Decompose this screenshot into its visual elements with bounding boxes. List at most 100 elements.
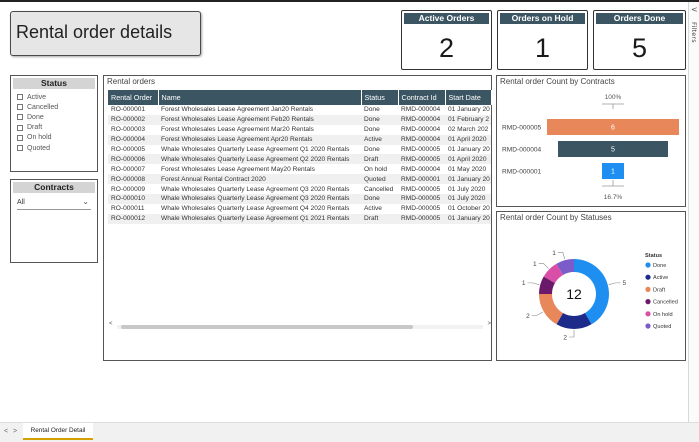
funnel-chart[interactable]: 100% 6 RMD-000005 5 RMD-000004 1 RMD-000001 16.…	[497, 88, 685, 206]
scroll-right-icon[interactable]: >	[487, 321, 491, 327]
table-row[interactable]: RO-000010 Whale Wholesales Quarterly Leas…	[108, 194, 491, 204]
table-cell: RO-000005	[111, 146, 146, 153]
table-row[interactable]: RO-000007 Forest Wholesales Lease Agreeme…	[108, 164, 491, 174]
kpi-orders-on-hold[interactable]: Orders on Hold 1	[497, 10, 588, 70]
status-option[interactable]: Done	[11, 112, 97, 122]
legend-item[interactable]: Cancelled	[653, 300, 678, 306]
status-option[interactable]: Active	[11, 92, 97, 102]
legend-item[interactable]: Done	[653, 263, 666, 269]
column-header[interactable]: Contract Id	[398, 90, 446, 105]
kpi-label: Orders Done	[596, 13, 683, 24]
checkbox[interactable]	[17, 124, 23, 131]
scroll-left-icon[interactable]: <	[109, 321, 113, 327]
table-row[interactable]: RO-000011 Whale Wholesales Quarterly Leas…	[108, 204, 491, 214]
table-row[interactable]: RO-000002 Forest Wholesales Lease Agreeme…	[108, 114, 491, 125]
table-cell: Forest Wholesales Lease Agreement Apr20 …	[158, 134, 361, 145]
table-cell: Done	[361, 114, 398, 125]
table-cell: Cancelled	[364, 185, 394, 193]
table-row[interactable]: RO-000001 Forest Wholesales Lease Agreeme…	[108, 105, 491, 115]
table-row[interactable]: RO-000005 Whale Wholesales Quarterly Leas…	[108, 145, 491, 155]
tab-rental-order-detail[interactable]: Rental Order Detail	[23, 423, 93, 440]
table-row[interactable]: RO-000008 Forest Annual Rental Contract 2…	[108, 174, 491, 185]
funnel-top-pct: 100%	[605, 94, 622, 101]
table-cell: RO-000009	[111, 185, 146, 193]
legend-marker	[645, 262, 651, 268]
table-cell: RMD-000004	[398, 114, 445, 125]
table-cell: 01 February 2	[445, 114, 491, 125]
chevron-down-icon[interactable]: ⌄	[82, 195, 89, 209]
status-option[interactable]: On hold	[11, 133, 97, 143]
legend-marker	[645, 311, 651, 317]
table-cell: Whale Wholesales Quarterly Lease Agreeme…	[158, 154, 361, 165]
table-header-row: Rental Order Name Status Contract Id Start D…	[108, 90, 492, 105]
collapse-filters-icon[interactable]: <	[691, 5, 698, 14]
donut-data-label: 1	[522, 280, 526, 287]
donut-leader-line	[538, 263, 549, 269]
funnel-value-label: 5	[611, 147, 615, 154]
next-page-icon[interactable]: >	[13, 428, 17, 435]
table-cell: Active	[361, 134, 398, 145]
kpi-active-orders[interactable]: Active Orders 2	[401, 10, 492, 70]
filters-label[interactable]: Filters	[690, 22, 698, 43]
page-tabs-bar: < > Rental Order Detail	[0, 422, 699, 442]
table-cell: Done	[364, 126, 380, 134]
status-option-label: Active	[27, 93, 47, 101]
table-cell: Forest Wholesales Lease Agreement Jan20 …	[161, 106, 314, 114]
legend-item[interactable]: Active	[653, 275, 668, 281]
table-row[interactable]: RO-000006 Whale Wholesales Quarterly Leas…	[108, 154, 491, 165]
contracts-slicer: Contracts All ⌄	[10, 179, 98, 263]
table-cell: RMD-000004	[401, 165, 441, 173]
table-cell: Whale Wholesales Quarterly Lease Agreeme…	[161, 205, 350, 213]
filters-pane[interactable]: < Filters	[688, 2, 699, 422]
table-cell: 02 March 202	[448, 126, 489, 134]
status-option[interactable]: Quoted	[11, 143, 97, 153]
table-cell: RMD-000005	[398, 213, 445, 224]
table-cell: RO-000001	[111, 106, 146, 114]
donut-leader-line	[531, 311, 543, 316]
status-option-label: Done	[27, 113, 44, 121]
legend-item[interactable]: Quoted	[653, 324, 671, 330]
table-cell: RO-000004	[108, 134, 158, 145]
kpi-orders-done[interactable]: Orders Done 5	[593, 10, 686, 70]
donut-chart-title: Rental order Count by Statuses	[500, 213, 612, 222]
legend-marker	[645, 299, 651, 305]
table-cell: Done	[361, 194, 398, 204]
column-header[interactable]: Status	[361, 90, 399, 105]
table-cell: RMD-000005	[401, 185, 441, 193]
table-cell: Active	[364, 205, 382, 213]
donut-legend: Status Done Active Draft Cancelled On hold Quo…	[645, 253, 678, 330]
checkbox[interactable]	[17, 104, 23, 111]
column-header[interactable]: Name	[158, 90, 362, 105]
legend-item[interactable]: Draft	[653, 287, 666, 293]
rental-orders-table[interactable]: Rental Order Name Status Contract Id Start D…	[108, 90, 492, 224]
checkbox[interactable]	[17, 145, 23, 152]
prev-page-icon[interactable]: <	[4, 428, 8, 435]
funnel-category-label: RMD-000005	[502, 125, 542, 132]
donut-chart[interactable]: 5 2 2 1 1 1 12 Status Done Active Draft Cancelled On…	[497, 224, 685, 360]
table-row[interactable]: RO-000012 Whale Wholesales Quarterly Leas…	[108, 213, 491, 224]
table-cell: RO-000006	[108, 154, 158, 165]
status-option[interactable]: Draft	[11, 123, 97, 133]
legend-item[interactable]: On hold	[653, 312, 673, 318]
horizontal-scrollbar[interactable]: < >	[109, 321, 491, 330]
contracts-dropdown[interactable]: All ⌄	[17, 196, 91, 210]
donut-slice[interactable]	[556, 313, 592, 329]
checkbox[interactable]	[17, 94, 23, 101]
table-row[interactable]: RO-000009 Whale Wholesales Quarterly Leas…	[108, 184, 491, 194]
contracts-slicer-title: Contracts	[13, 182, 95, 193]
scrollbar-thumb[interactable]	[121, 325, 413, 329]
checkbox[interactable]	[17, 114, 23, 121]
column-header[interactable]: Start Date	[445, 90, 492, 105]
donut-center-total: 12	[566, 286, 582, 302]
table-cell: RMD-000005	[401, 146, 441, 153]
table-cell: Forest Wholesales Lease Agreement Mar20 …	[161, 126, 314, 134]
legend-marker	[645, 323, 651, 329]
status-option[interactable]: Cancelled	[11, 102, 97, 112]
table-row[interactable]: RO-000004 Forest Wholesales Lease Agreeme…	[108, 134, 491, 145]
table-cell: 01 April 2020	[445, 154, 491, 165]
table-row[interactable]: RO-000003 Forest Wholesales Lease Agreeme…	[108, 125, 491, 135]
checkbox[interactable]	[17, 134, 23, 141]
donut-leader-line	[557, 252, 565, 260]
column-header[interactable]: Rental Order	[108, 90, 159, 105]
donut-data-label: 2	[563, 334, 567, 341]
